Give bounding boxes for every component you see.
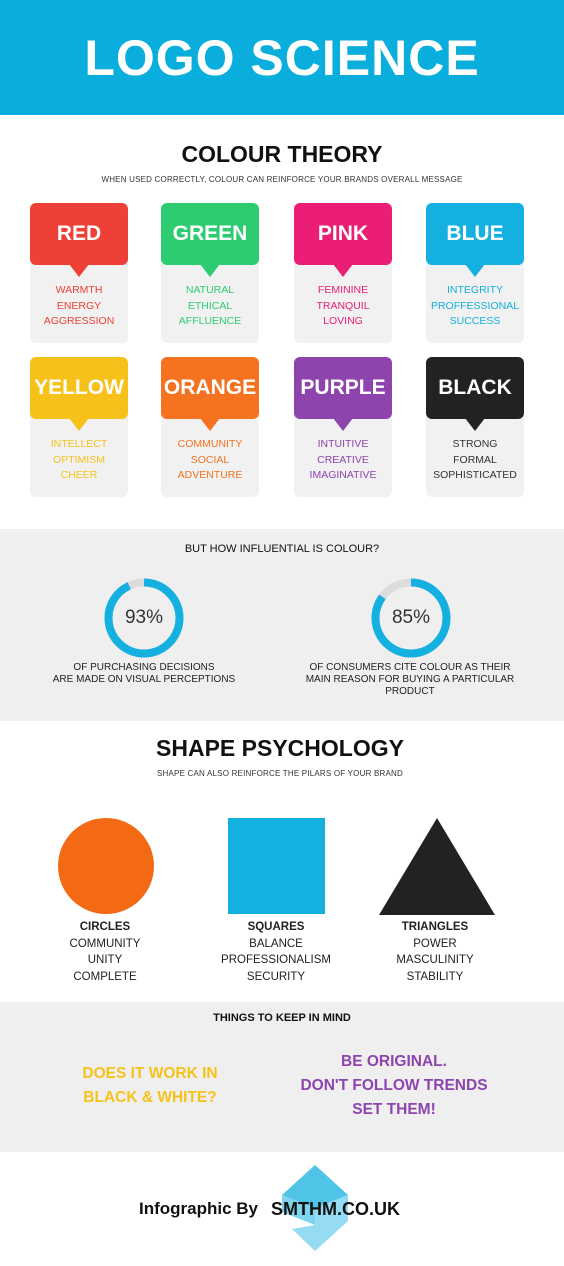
shape-label-triangles: TRIANGLES POWER MASCULINITY STABILITY [396, 921, 474, 983]
colour-theory-title: COLOUR THEORY [181, 141, 383, 167]
colour-name: PURPLE [300, 376, 386, 399]
colour-associations: INTELLECT OPTIMISM CHEER [30, 437, 128, 484]
association-word: STRONG [452, 438, 498, 450]
square-icon [228, 818, 325, 914]
colour-name: GREEN [172, 222, 248, 245]
stat-ring-2: 85% [371, 578, 451, 658]
keep-in-mind-title: THINGS TO KEEP IN MIND [213, 1012, 351, 1024]
colour-card-heading: PINK [294, 203, 392, 277]
colour-associations: INTUITIVE CREATIVE IMAGINATIVE [294, 437, 392, 484]
stat-ring-1: 93% [104, 578, 184, 658]
association-word: FORMAL [453, 453, 497, 466]
stat-text-1: OF PURCHASING DECISIONS ARE MADE ON VISU… [52, 662, 236, 685]
colour-associations: INTEGRITY PROFFESSIONAL SUCCESS [426, 283, 524, 330]
association-word: FEMININE [317, 284, 369, 296]
association-word: CREATIVE [317, 453, 369, 466]
speech-tail [333, 264, 353, 277]
speech-tail [333, 418, 353, 431]
speech-tail [200, 418, 220, 431]
keep-tip-be-original: BE ORIGINAL. DON'T FOLLOW TRENDS SET THE… [300, 1053, 488, 1118]
colour-card-heading: YELLOW [30, 357, 128, 431]
colour-name: YELLOW [34, 376, 124, 399]
colour-name: BLUE [446, 222, 504, 245]
footer-brand[interactable]: SMTHM.CO.UK [271, 1199, 400, 1220]
colour-name: ORANGE [163, 376, 257, 399]
association-word: IMAGINATIVE [309, 469, 377, 481]
association-word: SOCIAL [190, 453, 230, 466]
association-word: LOVING [323, 315, 363, 327]
colour-name: RED [56, 222, 102, 245]
association-word: ETHICAL [187, 299, 233, 312]
shape-psychology-title: SHAPE PSYCHOLOGY [156, 735, 404, 761]
speech-tail [465, 264, 485, 277]
association-word: INTUITIVE [317, 438, 369, 450]
association-word: INTEGRITY [446, 284, 503, 296]
colour-associations: NATURAL ETHICAL AFFLUENCE [161, 283, 259, 330]
colour-associations: WARMTH ENERGY AGGRESSION [30, 283, 128, 330]
stat-value-2: 85% [391, 607, 431, 628]
colour-theory-subtitle: WHEN USED CORRECTLY, COLOUR CAN REINFORC… [101, 175, 463, 184]
speech-tail [69, 418, 89, 431]
association-word: CHEER [60, 469, 98, 481]
stat-text-2: OF CONSUMERS CITE COLOUR AS THEIR MAIN R… [305, 662, 515, 697]
association-word: INTELLECT [50, 438, 108, 450]
colour-card-heading: GREEN [161, 203, 259, 277]
colour-associations: FEMININE TRANQUIL LOVING [294, 283, 392, 330]
shape-label-circles: CIRCLES COMMUNITY UNITY COMPLETE [69, 921, 141, 983]
speech-tail [69, 264, 89, 277]
footer-prefix: Infographic By [139, 1199, 259, 1218]
colour-card-heading: PURPLE [294, 357, 392, 431]
circle-icon [58, 818, 154, 914]
association-word: COMMUNITY [177, 438, 243, 450]
association-word: TRANQUIL [316, 299, 370, 312]
keep-tip-black-white: DOES IT WORK IN BLACK & WHITE? [82, 1065, 218, 1106]
association-word: PROFFESSIONAL [430, 299, 520, 312]
colour-card-orange: ORANGE COMMUNITY SOCIAL ADVENTURE [161, 357, 259, 497]
colour-associations: STRONG FORMAL SOPHISTICATED [426, 437, 524, 484]
colour-name: BLACK [438, 376, 512, 399]
header-banner: LOGO SCIENCE [0, 0, 564, 115]
colour-card-heading: ORANGE [161, 357, 259, 431]
association-word: WARMTH [55, 284, 103, 296]
association-word: SOPHISTICATED [433, 469, 517, 481]
association-word: AGGRESSION [43, 315, 115, 327]
association-word: AFFLUENCE [178, 315, 242, 327]
association-word: ENERGY [56, 299, 102, 312]
stat-value-1: 93% [124, 607, 164, 628]
colour-card-purple: PURPLE INTUITIVE CREATIVE IMAGINATIVE [294, 357, 392, 497]
colour-card-heading: RED [30, 203, 128, 277]
colour-card-yellow: YELLOW INTELLECT OPTIMISM CHEER [30, 357, 128, 497]
association-word: ADVENTURE [177, 469, 243, 481]
influence-title: BUT HOW INFLUENTIAL IS COLOUR? [184, 543, 380, 555]
colour-card-red: RED WARMTH ENERGY AGGRESSION [30, 203, 128, 343]
page-title: LOGO SCIENCE [84, 29, 480, 86]
triangle-icon [379, 818, 495, 915]
association-word: SUCCESS [449, 315, 501, 327]
colour-card-heading: BLUE [426, 203, 524, 277]
association-word: OPTIMISM [53, 453, 105, 466]
speech-tail [200, 264, 220, 277]
colour-card-pink: PINK FEMININE TRANQUIL LOVING [294, 203, 392, 343]
shape-label-squares: SQUARES BALANCE PROFESSIONALISM SECURITY [221, 921, 331, 983]
colour-card-black: BLACK STRONG FORMAL SOPHISTICATED [426, 357, 524, 497]
association-word: NATURAL [185, 284, 235, 296]
colour-card-green: GREEN NATURAL ETHICAL AFFLUENCE [161, 203, 259, 343]
colour-associations: COMMUNITY SOCIAL ADVENTURE [161, 437, 259, 484]
colour-card-blue: BLUE INTEGRITY PROFFESSIONAL SUCCESS [426, 203, 524, 343]
colour-card-heading: BLACK [426, 357, 524, 431]
colour-name: PINK [317, 222, 369, 245]
speech-tail [465, 418, 485, 431]
shape-psychology-subtitle: SHAPE CAN ALSO REINFORCE THE PILARS OF Y… [156, 769, 403, 778]
